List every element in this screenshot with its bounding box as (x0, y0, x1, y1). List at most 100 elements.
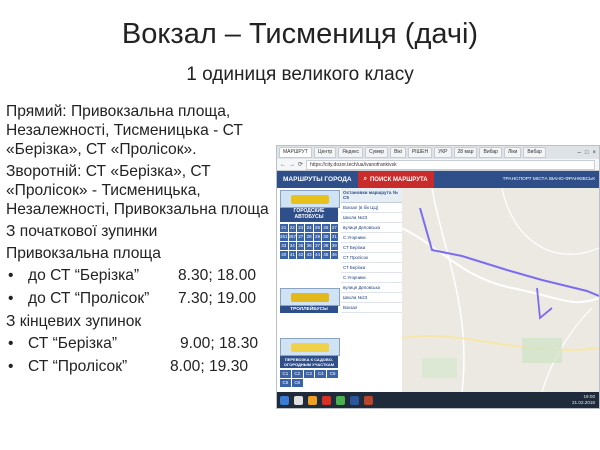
bus-route-number[interactable]: 27 (330, 224, 338, 232)
browser-tab[interactable]: РІШЕН (407, 147, 433, 158)
bus-route-number[interactable]: 41 (288, 251, 297, 259)
taskbar-clock[interactable]: 19:00 21.02.2018 (572, 394, 599, 406)
map-canvas (402, 188, 599, 392)
route-stop-item[interactable]: Вокзал (341, 303, 402, 313)
bus-route-number[interactable]: 35 (297, 242, 305, 250)
opera-icon[interactable] (322, 395, 331, 405)
route-stop-item[interactable]: СТ Пролісок (341, 253, 402, 263)
bus-route-number[interactable]: 34 (288, 242, 297, 250)
bus-route-number[interactable]: 43 (305, 251, 313, 259)
list-item: СТ “Пролісок” 8.00; 19.30 (6, 357, 274, 376)
trolley-heading: ТРОЛЛЕЙБУСЫ (280, 306, 338, 313)
search-icon[interactable] (294, 395, 303, 405)
bus-route-number[interactable]: 28 (305, 233, 313, 241)
start-times-list: до СТ “Берізка” 8.30; 18.00 до СТ “Проліс… (6, 266, 274, 308)
bus-route-number[interactable]: 42 (297, 251, 305, 259)
taskbar: 19:00 21.02.2018 (277, 392, 599, 408)
stop-times: 8.30; 18.00 (178, 267, 257, 284)
browser-tab[interactable]: Вибар (479, 147, 502, 158)
search-route-tab[interactable]: ⌕ ПОИСК МАРШРУТА (357, 171, 434, 188)
stop-name: до СТ “Пролісок” (28, 290, 150, 307)
route-map[interactable] (402, 188, 599, 392)
close-icon[interactable]: × (592, 150, 596, 156)
dacha-bus-image (280, 338, 340, 356)
route-stop-item[interactable]: Школа №23 (341, 293, 402, 303)
browser-tab[interactable]: Ліки (503, 147, 522, 158)
bus-route-number[interactable]: 45 (322, 251, 330, 259)
dacha-route-number[interactable]: С8 (291, 379, 303, 387)
search-icon: ⌕ (363, 176, 367, 182)
browser-tab[interactable]: Вікі (390, 147, 406, 158)
route-stop-item[interactable]: вулиця Деповська (341, 223, 402, 233)
dacha-route-number[interactable]: С2 (291, 370, 303, 378)
dacha-route-number[interactable]: С3 (303, 370, 315, 378)
app-brand[interactable]: МАРШРУТЫ ГОРОДА (277, 176, 358, 183)
address-bar: ← → ⟳ https://city.dozor.tech/ua/ivanofr… (277, 159, 599, 171)
dacha-heading: ПЕРЕВОЗКА К САДОВО-ОГОРОДНЫМ УЧАСТКАМ (280, 356, 338, 368)
forward-route: Прямий: Привокзальна площа, Незалежності… (6, 103, 243, 158)
bus-route-number[interactable]: 39 (330, 242, 338, 250)
route-stop-item[interactable]: СТ Берізка (341, 263, 402, 273)
bus-route-number[interactable]: 25 (313, 224, 322, 232)
start-stop: Привокзальна площа (6, 245, 161, 262)
file-explorer-icon[interactable] (308, 395, 317, 405)
bus-route-number[interactable]: 23 (297, 224, 305, 232)
browser-tab[interactable]: Сумер (365, 147, 389, 158)
maximize-icon[interactable]: □ (585, 150, 589, 156)
browser-tab[interactable]: Центр (313, 147, 337, 158)
back-icon[interactable]: ← (280, 162, 286, 168)
route-stop-item[interactable]: вулиця Деповська (341, 283, 402, 293)
bus-route-number[interactable]: 31 (330, 233, 338, 241)
bus-route-number[interactable]: 26 (322, 224, 330, 232)
bus-route-number[interactable]: 22 (288, 224, 297, 232)
bus-route-number[interactable]: 37 (313, 242, 322, 250)
browser-tab[interactable]: МАРШРУТ (279, 147, 312, 158)
dacha-route-number[interactable]: С5 (327, 370, 338, 378)
bus-route-number[interactable]: 27 (297, 233, 305, 241)
bus-route-number[interactable]: 40 (280, 251, 288, 259)
dacha-route-number[interactable]: С4 (315, 370, 327, 378)
browser-tab[interactable]: 28 мар (453, 147, 478, 158)
bus-route-number[interactable]: 29 (313, 233, 322, 241)
bus-route-number[interactable]: 267 (288, 233, 297, 241)
bus-number-grid: 21 22 23 24 25 26 27 261 267 27 28 29 30 31 33 34 35 36 37… (277, 224, 341, 259)
bus-route-number[interactable]: 36 (305, 242, 313, 250)
route-stop-item[interactable]: С Угорники (341, 233, 402, 243)
bus-route-number[interactable]: 38 (322, 242, 330, 250)
chrome-icon[interactable] (336, 395, 345, 405)
forward-icon[interactable]: → (289, 162, 295, 168)
dacha-route-number[interactable]: С1 (280, 370, 291, 378)
search-route-label: ПОИСК МАРШРУТА (369, 176, 428, 183)
route-stop-item[interactable]: С Угорники (341, 273, 402, 283)
word-icon[interactable] (350, 395, 359, 405)
route-stop-item[interactable]: СТ Берізка (341, 243, 402, 253)
page-title: Вокзал – Тисмениця (дачі) (121, 18, 479, 50)
bus-route-number[interactable]: 44 (313, 251, 322, 259)
browser-tab[interactable]: Вибар (523, 147, 546, 158)
bus-route-number[interactable]: 24 (305, 224, 313, 232)
stop-times: 9.00; 18.30 (180, 335, 259, 352)
reload-icon[interactable]: ⟳ (298, 161, 303, 168)
bus-route-number[interactable]: 30 (322, 233, 330, 241)
stop-name: СТ “Пролісок” (28, 358, 128, 375)
bus-route-number[interactable]: 261 (280, 233, 288, 241)
minimize-icon[interactable]: – (578, 150, 581, 156)
route-stop-item[interactable]: Вокзал (в бік ЦЦ) (341, 203, 402, 213)
windows-start-icon[interactable] (280, 395, 289, 405)
browser-tab[interactable]: УКР (434, 147, 452, 158)
trolleybus-image (280, 288, 340, 306)
route-stop-item[interactable]: Школа №23 (341, 213, 402, 223)
powerpoint-icon[interactable] (364, 395, 373, 405)
clock-date: 21.02.2018 (572, 400, 595, 405)
bus-route-number[interactable]: 46 (330, 251, 338, 259)
browser-tab-bar: МАРШРУТ Центр Яндекс Сумер Вікі РІШЕН УК… (277, 146, 599, 159)
bus-route-number[interactable]: 33 (280, 242, 288, 250)
list-item: до СТ “Берізка” 8.30; 18.00 (6, 266, 274, 285)
city-transport-label: ТРАНСПОРТ МІСТА ІВАНО-ФРАНКІВСЬК (502, 177, 595, 182)
dacha-route-number[interactable]: С6 (280, 379, 291, 387)
bus-image (280, 190, 340, 208)
bus-route-number[interactable]: 21 (280, 224, 288, 232)
url-input[interactable]: https://city.dozor.tech/ua/ivanofrankivs… (306, 159, 595, 170)
browser-tab[interactable]: Яндекс (338, 147, 364, 158)
page-subtitle: 1 одиниця великого класу (186, 64, 414, 85)
